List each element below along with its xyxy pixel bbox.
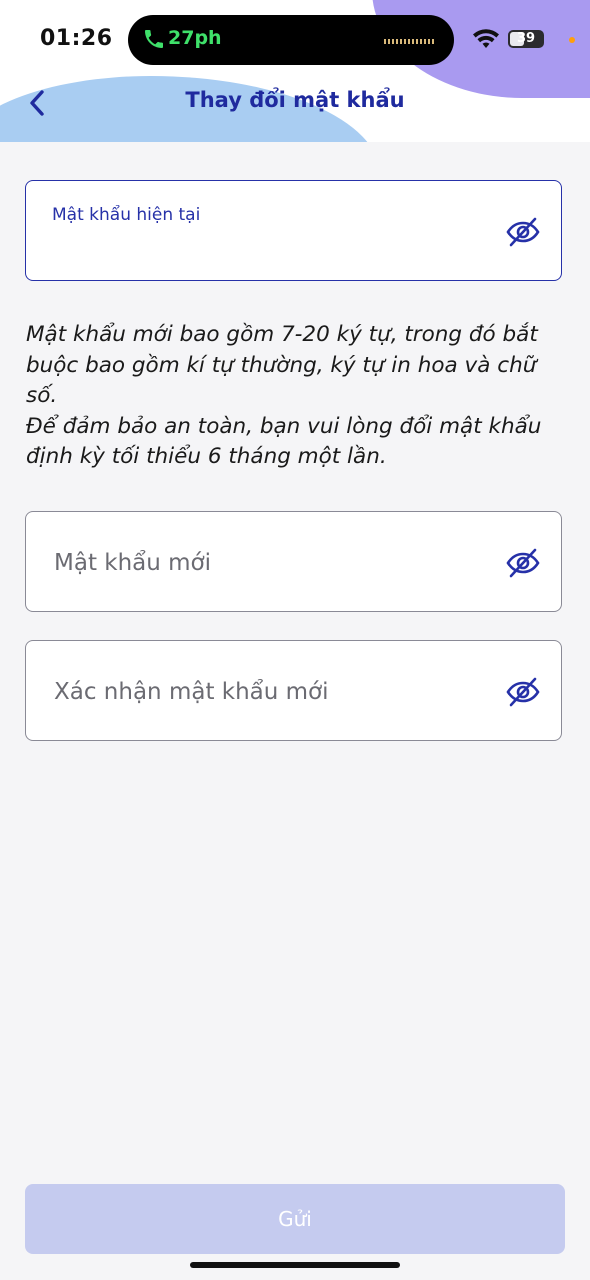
submit-button[interactable]: Gửi [25,1184,565,1254]
wifi-icon [473,29,499,48]
security-advice-line: Để đảm bảo an toàn, bạn vui lòng đổi mật… [26,413,542,470]
confirm-password-field[interactable] [25,640,562,741]
requirements-line: Mật khẩu mới bao gồm 7-20 ký tự, trong đ… [26,322,538,408]
current-password-input[interactable] [52,233,496,271]
eye-off-icon[interactable] [505,545,541,581]
confirm-password-input[interactable] [52,673,496,711]
call-duration: 27ph [168,27,222,49]
phone-icon [145,30,163,48]
header: 01:26 27ph 39 Thay đổi mật khẩu [0,0,590,142]
dynamic-island[interactable]: 27ph [128,15,454,65]
new-password-input[interactable] [52,544,496,582]
new-password-field[interactable] [25,511,562,612]
battery-level: 39 [516,31,536,46]
current-password-label: Mật khẩu hiện tại [52,205,201,225]
eye-off-icon[interactable] [505,214,541,250]
current-password-field[interactable]: Mật khẩu hiện tại [25,180,562,281]
password-requirements-text: Mật khẩu mới bao gồm 7-20 ký tự, trong đ… [26,320,546,473]
page-title: Thay đổi mật khẩu [185,88,405,112]
status-time: 01:26 [40,26,113,51]
eye-off-icon[interactable] [505,674,541,710]
audio-wave-icon [384,39,436,44]
privacy-indicator-dot [569,37,575,43]
home-indicator[interactable] [190,1262,400,1268]
battery-indicator: 39 [508,30,544,48]
status-bar: 01:26 27ph 39 [0,0,590,80]
